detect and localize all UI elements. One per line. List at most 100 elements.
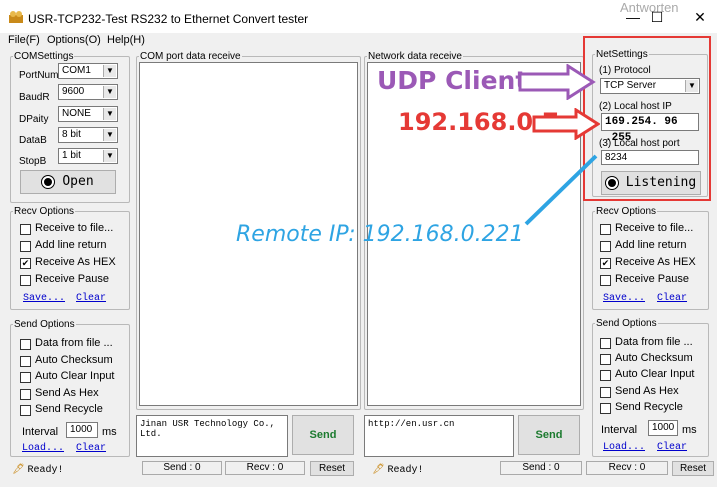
left-recv-option-checkbox[interactable] bbox=[20, 224, 31, 235]
left-send-option-label: Data from file ... bbox=[35, 337, 113, 349]
com-send-button[interactable]: Send bbox=[292, 415, 354, 455]
com-receive-title: COM port data receive bbox=[140, 51, 241, 62]
right-recv-option-label: Receive As HEX bbox=[615, 256, 696, 268]
baudrate-select[interactable]: 9600 ▼ bbox=[58, 84, 118, 100]
left-send-option-label: Send As Hex bbox=[35, 386, 99, 399]
status-icon: 🖋 bbox=[12, 464, 25, 475]
left-interval-input[interactable]: 1000 bbox=[66, 422, 98, 438]
red-arrow-icon bbox=[532, 108, 600, 140]
right-interval-unit: ms bbox=[682, 424, 697, 436]
right-send-option-checkbox[interactable] bbox=[600, 338, 611, 349]
parity-select[interactable]: NONE ▼ bbox=[58, 106, 118, 122]
databits-select[interactable]: 8 bit ▼ bbox=[58, 127, 118, 143]
right-clear-send-link[interactable]: Clear bbox=[657, 442, 687, 453]
left-load-link[interactable]: Load... bbox=[22, 443, 64, 454]
right-recv-option-label: Receive Pause bbox=[615, 273, 689, 285]
right-save-link[interactable]: Save... bbox=[603, 293, 645, 304]
right-recv-count: Recv : 0 bbox=[586, 461, 668, 475]
com-send-textarea[interactable]: Jinan USR Technology Co., Ltd. bbox=[136, 415, 288, 457]
chevron-down-icon: ▼ bbox=[103, 86, 116, 98]
chevron-down-icon: ▼ bbox=[103, 150, 116, 162]
close-button[interactable]: ✕ bbox=[680, 6, 717, 28]
left-send-option-checkbox[interactable] bbox=[20, 372, 31, 383]
left-clear-send-link[interactable]: Clear bbox=[76, 443, 106, 454]
left-send-count: Send : 0 bbox=[142, 461, 222, 475]
right-load-link[interactable]: Load... bbox=[603, 442, 645, 453]
stopbits-select[interactable]: 1 bit ▼ bbox=[58, 148, 118, 164]
app-icon bbox=[8, 10, 24, 24]
databits-label: DataB bbox=[19, 135, 47, 146]
left-send-option-checkbox[interactable] bbox=[20, 388, 31, 400]
left-send-options-title: Send Options bbox=[14, 319, 75, 330]
left-send-option-label: Auto Checksum bbox=[35, 353, 113, 366]
portnum-select[interactable]: COM1 ▼ bbox=[58, 63, 118, 79]
right-send-option-label: Auto Clear Input bbox=[615, 368, 695, 381]
highlight-box bbox=[583, 36, 711, 201]
right-ready-status: 🖋 Ready! bbox=[372, 464, 424, 476]
right-clear-recv-link[interactable]: Clear bbox=[657, 293, 687, 304]
left-recv-option-label: Receive Pause bbox=[35, 273, 109, 285]
remote-ip-annotation: Remote IP: 192.168.0.221 bbox=[236, 222, 524, 247]
right-interval-label: Interval bbox=[601, 424, 638, 436]
parity-label: DPaity bbox=[19, 114, 49, 125]
left-reset-button[interactable]: Reset bbox=[310, 461, 354, 476]
right-send-option-label: Send As Hex bbox=[615, 384, 679, 397]
baudrate-label: BaudR bbox=[19, 92, 50, 103]
right-interval-input[interactable]: 1000 bbox=[648, 420, 678, 436]
right-reset-button[interactable]: Reset bbox=[672, 461, 714, 476]
menu-help[interactable]: Help(H) bbox=[107, 34, 145, 46]
left-send-option-label: Auto Clear Input bbox=[35, 370, 115, 382]
chevron-down-icon: ▼ bbox=[103, 129, 116, 141]
left-recv-count: Recv : 0 bbox=[225, 461, 305, 475]
left-recv-option-label: Receive to file... bbox=[35, 222, 114, 234]
blue-line-icon bbox=[524, 154, 598, 226]
radio-icon bbox=[42, 175, 55, 188]
left-recv-option-label: Receive As HEX bbox=[35, 256, 116, 268]
net-send-button[interactable]: Send bbox=[518, 415, 580, 455]
right-recv-option-checkbox[interactable] bbox=[600, 275, 611, 286]
right-recv-option-label: Add line return bbox=[615, 239, 687, 251]
right-send-option-label: Send Recycle bbox=[615, 400, 683, 413]
left-clear-recv-link[interactable]: Clear bbox=[76, 293, 106, 304]
left-recv-option-checkbox[interactable]: ✔ bbox=[20, 258, 31, 269]
left-interval-unit: ms bbox=[102, 426, 117, 438]
left-send-option-checkbox[interactable] bbox=[20, 339, 31, 350]
right-recv-option-label: Receive to file... bbox=[615, 222, 694, 234]
window-title: USR-TCP232-Test RS232 to Ethernet Conver… bbox=[28, 12, 309, 26]
portnum-label: PortNum bbox=[19, 70, 59, 81]
right-send-options-title: Send Options bbox=[596, 318, 657, 329]
stopbits-label: StopB bbox=[19, 156, 47, 167]
left-send-option-checkbox[interactable] bbox=[20, 405, 31, 416]
right-send-option-label: Auto Checksum bbox=[615, 352, 693, 365]
maximize-button[interactable]: ☐ bbox=[634, 6, 680, 28]
right-recv-options-title: Recv Options bbox=[596, 206, 657, 217]
left-recv-option-label: Add line return bbox=[35, 239, 107, 251]
left-send-option-label: Send Recycle bbox=[35, 403, 103, 415]
right-send-option-label: Data from file ... bbox=[615, 336, 693, 348]
right-send-option-checkbox[interactable] bbox=[600, 370, 611, 382]
left-ready-status: 🖋 Ready! bbox=[12, 464, 64, 476]
right-recv-option-checkbox[interactable] bbox=[600, 241, 611, 252]
right-recv-option-checkbox[interactable] bbox=[600, 224, 611, 235]
net-send-textarea[interactable]: http://en.usr.cn bbox=[364, 415, 514, 457]
chevron-down-icon: ▼ bbox=[103, 108, 116, 120]
left-recv-option-checkbox[interactable] bbox=[20, 275, 31, 286]
left-interval-label: Interval bbox=[22, 426, 59, 438]
right-send-option-checkbox[interactable] bbox=[600, 386, 611, 398]
chevron-down-icon: ▼ bbox=[103, 65, 116, 77]
right-recv-option-checkbox[interactable]: ✔ bbox=[600, 258, 611, 269]
right-send-option-checkbox[interactable] bbox=[600, 354, 611, 366]
left-save-link[interactable]: Save... bbox=[23, 293, 65, 304]
net-receive-title: Network data receive bbox=[368, 51, 462, 62]
left-recv-option-checkbox[interactable] bbox=[20, 241, 31, 252]
purple-arrow-icon bbox=[518, 64, 596, 100]
udp-client-annotation: UDP Client bbox=[377, 66, 528, 95]
menu-file[interactable]: File(F) bbox=[8, 34, 40, 46]
left-send-option-checkbox[interactable] bbox=[20, 355, 31, 367]
left-recv-options-title: Recv Options bbox=[14, 206, 75, 217]
status-icon: 🖋 bbox=[372, 464, 385, 475]
right-send-option-checkbox[interactable] bbox=[600, 402, 611, 414]
com-settings-title: COMSettings bbox=[14, 51, 74, 62]
open-button[interactable]: Open bbox=[20, 170, 116, 194]
menu-options[interactable]: Options(O) bbox=[47, 34, 101, 46]
